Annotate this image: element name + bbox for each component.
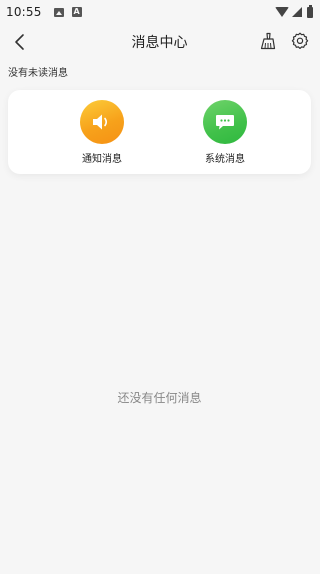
settings-button[interactable] [289,30,311,52]
speaker-icon [93,114,108,130]
unread-status-text: 没有未读消息 [8,68,68,79]
nav-bar: 消息中心 [0,26,319,58]
cell-signal-icon [292,7,302,17]
page-title: 消息中心 [131,35,188,51]
wifi-icon [275,7,289,17]
system-messages-label: 系统消息 [205,154,245,165]
chevron-left-icon [15,34,24,50]
gear-icon [291,32,309,49]
a-notification-icon: A [71,7,82,17]
image-notification-icon [53,7,64,17]
notice-messages-label: 通知消息 [82,154,122,165]
broom-icon [260,32,276,50]
battery-icon [307,4,313,18]
message-category-card: 通知消息 系统消息 [8,90,311,174]
status-bar: 10:55 A [0,0,319,24]
chat-bubble-icon [216,115,234,130]
notification-icons: A [53,7,82,17]
notice-icon-circle [80,100,124,144]
system-icons [275,4,313,18]
status-time: 10:55 [6,5,42,19]
system-messages-entry[interactable]: 系统消息 [175,100,275,170]
empty-state-text: 还没有任何消息 [117,391,202,405]
notice-messages-entry[interactable]: 通知消息 [52,100,152,170]
clear-messages-button[interactable] [257,30,279,52]
back-button[interactable] [8,30,32,54]
system-icon-circle [203,100,247,144]
